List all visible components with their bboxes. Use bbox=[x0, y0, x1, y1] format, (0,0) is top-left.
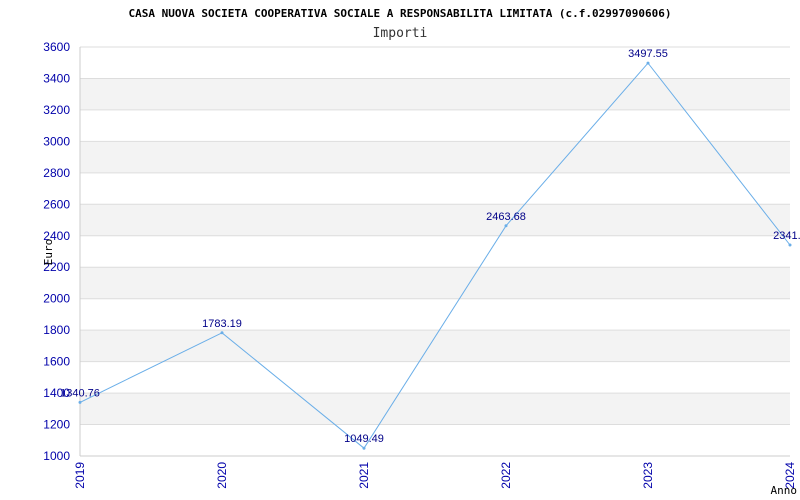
grid-band bbox=[80, 267, 790, 299]
chart-page: CASA NUOVA SOCIETA COOPERATIVA SOCIALE A… bbox=[0, 0, 800, 500]
data-label: 2341.1 bbox=[773, 230, 800, 242]
series-group bbox=[78, 61, 792, 450]
y-tick-label: 3000 bbox=[43, 134, 70, 148]
line-chart: CASA NUOVA SOCIETA COOPERATIVA SOCIALE A… bbox=[42, 7, 800, 497]
x-tick-label: 2020 bbox=[215, 462, 229, 489]
y-tick-label: 2000 bbox=[43, 292, 70, 306]
grid-bands bbox=[80, 78, 790, 425]
grid-band bbox=[80, 393, 790, 425]
y-tick-label: 3600 bbox=[43, 40, 70, 54]
chart-subtitle: Importi bbox=[373, 26, 428, 41]
grid-band bbox=[80, 78, 790, 110]
data-label: 1340.76 bbox=[60, 387, 100, 399]
data-label: 1049.49 bbox=[344, 433, 384, 445]
y-tick-label: 2600 bbox=[43, 197, 70, 211]
grid-band bbox=[80, 204, 790, 236]
y-tick-label: 2800 bbox=[43, 166, 70, 180]
y-tick-label: 3200 bbox=[43, 103, 70, 117]
data-point bbox=[646, 61, 650, 65]
x-tick-label: 2021 bbox=[357, 462, 371, 489]
x-axis-label: Anno bbox=[771, 484, 798, 497]
y-tick-label: 1800 bbox=[43, 323, 70, 337]
data-label: 2463.68 bbox=[486, 211, 526, 223]
data-label: 3497.55 bbox=[628, 48, 668, 60]
grid-band bbox=[80, 330, 790, 362]
data-point bbox=[362, 446, 366, 450]
y-tick-label: 1600 bbox=[43, 355, 70, 369]
data-point bbox=[788, 243, 792, 247]
x-tick-label: 2023 bbox=[641, 462, 655, 489]
x-tick-label: 2019 bbox=[73, 462, 87, 489]
x-axis-ticks: 2019 2020 2021 2022 2023 2024 bbox=[73, 462, 797, 489]
data-point bbox=[504, 224, 508, 228]
y-tick-label: 1200 bbox=[43, 418, 70, 432]
data-point bbox=[78, 400, 82, 404]
series-line bbox=[79, 62, 791, 449]
chart-title: CASA NUOVA SOCIETA COOPERATIVA SOCIALE A… bbox=[128, 7, 671, 20]
y-axis-label: Euro bbox=[42, 239, 55, 266]
x-tick-label: 2022 bbox=[499, 462, 513, 489]
data-label: 1783.19 bbox=[202, 318, 242, 330]
data-point bbox=[220, 331, 224, 335]
grid-band bbox=[80, 141, 790, 173]
y-tick-label: 1000 bbox=[43, 449, 70, 463]
y-tick-label: 3400 bbox=[43, 71, 70, 85]
